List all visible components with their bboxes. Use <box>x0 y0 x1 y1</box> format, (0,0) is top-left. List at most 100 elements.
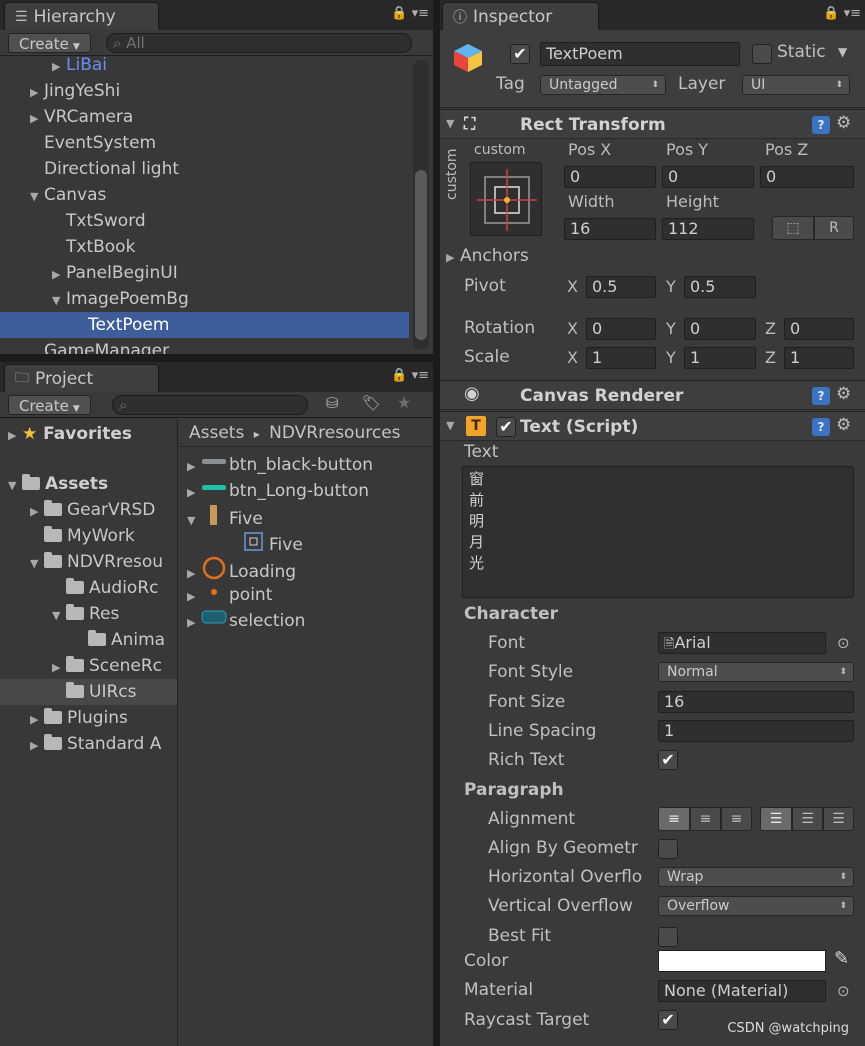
width-field[interactable]: 16 <box>564 218 656 240</box>
hierarchy-item[interactable]: GameManager <box>0 338 409 354</box>
align-middle-button[interactable]: ☰ <box>792 807 823 831</box>
expand-arrow-icon[interactable]: ▼ <box>446 117 460 130</box>
folder-item[interactable]: ▼ Res <box>0 601 177 627</box>
gameobject-active-checkbox[interactable]: ✔ <box>510 44 530 64</box>
material-field[interactable]: None (Material) <box>658 980 826 1002</box>
lock-icon[interactable]: 🔒 <box>391 6 407 21</box>
file-item[interactable]: ▶ selection <box>179 608 433 634</box>
anchors-foldout[interactable]: ▶ Anchors <box>446 246 529 266</box>
expand-arrow-icon[interactable]: ▼ <box>8 473 22 499</box>
expand-arrow-icon[interactable]: ▼ <box>30 184 44 210</box>
static-label[interactable]: Static <box>777 42 826 62</box>
panel-menu-icon[interactable]: ▾≡ <box>412 368 429 383</box>
folder-item[interactable]: ▶ Standard A <box>0 731 177 757</box>
rotation-x-field[interactable]: 0 <box>586 318 656 340</box>
expand-arrow-icon[interactable]: ▶ <box>446 251 460 264</box>
hierarchy-scrollbar[interactable] <box>413 60 429 350</box>
align-right-button[interactable]: ≡ <box>721 807 752 831</box>
favorites-row[interactable]: ▶ ★ Favorites <box>8 421 132 447</box>
gear-icon[interactable]: ⚙ <box>836 113 851 133</box>
horizontal-overflow-dropdown[interactable]: Wrap ⬍ <box>658 867 854 887</box>
raycast-target-checkbox[interactable]: ✔ <box>658 1010 678 1030</box>
rich-text-checkbox[interactable]: ✔ <box>658 750 678 770</box>
tab-hierarchy[interactable]: ☰ Hierarchy <box>4 2 159 30</box>
text-script-header[interactable]: ▼ T ✔ Text (Script) ? ⚙ <box>440 411 865 441</box>
file-item[interactable]: ▶ Loading <box>179 556 433 582</box>
star-favorite-icon[interactable]: ★ <box>397 393 411 412</box>
lock-icon[interactable]: 🔒 <box>391 368 407 383</box>
expand-arrow-icon[interactable]: ▶ <box>30 80 44 106</box>
tab-project[interactable]: 🗀 Project <box>4 364 159 392</box>
scale-x-field[interactable]: 1 <box>586 347 656 369</box>
file-item[interactable]: ▶ point <box>179 582 433 608</box>
project-create-button[interactable]: Create ▼ <box>8 395 91 415</box>
align-bottom-button[interactable]: ☰ <box>823 807 854 831</box>
anchor-preset-button[interactable] <box>470 162 542 236</box>
lock-icon[interactable]: 🔒 <box>823 6 839 21</box>
expand-arrow-icon[interactable]: ▶ <box>187 584 201 610</box>
expand-arrow-icon[interactable]: ▶ <box>30 499 44 525</box>
text-content-area[interactable]: 窗前明月光 <box>462 466 854 598</box>
posz-field[interactable]: 0 <box>760 166 854 188</box>
hierarchy-item[interactable]: TextPoem <box>0 312 409 338</box>
folder-item[interactable]: ▶ GearVRSD <box>0 497 177 523</box>
vertical-overflow-dropdown[interactable]: Overflow ⬍ <box>658 896 854 916</box>
hierarchy-scroll-thumb[interactable] <box>415 170 427 340</box>
align-left-button[interactable]: ≡ <box>658 807 690 831</box>
gear-icon[interactable]: ⚙ <box>836 384 851 404</box>
file-item[interactable]: ▶ btn_black-button <box>179 452 433 478</box>
expand-arrow-icon[interactable]: ▶ <box>187 480 201 506</box>
pivot-y-field[interactable]: 0.5 <box>684 276 756 298</box>
panel-menu-icon[interactable]: ▾≡ <box>412 6 429 21</box>
hierarchy-item[interactable]: ▶ JingYeShi <box>0 78 409 104</box>
hierarchy-item[interactable]: ▶ LiBai <box>0 52 409 78</box>
hierarchy-item[interactable]: ▶ VRCamera <box>0 104 409 130</box>
object-picker-icon[interactable]: ⊙ <box>837 634 850 652</box>
scale-y-field[interactable]: 1 <box>684 347 756 369</box>
help-icon[interactable]: ? <box>812 116 830 134</box>
expand-arrow-icon[interactable]: ▼ <box>52 288 66 314</box>
rect-transform-header[interactable]: ▼ ⛶ Rect Transform ? ⚙ <box>440 109 865 139</box>
blueprint-mode-button[interactable]: ⬚ <box>772 216 814 240</box>
hierarchy-item[interactable]: EventSystem <box>0 130 409 156</box>
posy-field[interactable]: 0 <box>662 166 754 188</box>
raw-edit-button[interactable]: R <box>814 216 854 240</box>
posx-field[interactable]: 0 <box>564 166 656 188</box>
height-field[interactable]: 112 <box>662 218 754 240</box>
align-center-button[interactable]: ≡ <box>690 807 721 831</box>
assets-row[interactable]: ▼ Assets <box>8 471 108 497</box>
expand-arrow-icon[interactable]: ▶ <box>52 262 66 288</box>
text-enabled-checkbox[interactable]: ✔ <box>496 417 516 437</box>
best-fit-checkbox[interactable] <box>658 927 678 947</box>
font-style-dropdown[interactable]: Normal ⬍ <box>658 662 854 682</box>
folder-item[interactable]: UIRcs <box>0 679 177 705</box>
pivot-x-field[interactable]: 0.5 <box>586 276 656 298</box>
expand-arrow-icon[interactable]: ▶ <box>52 655 66 681</box>
expand-arrow-icon[interactable]: ▼ <box>30 551 44 577</box>
line-spacing-field[interactable]: 1 <box>658 720 854 742</box>
hierarchy-item[interactable]: ▶ PanelBeginUI <box>0 260 409 286</box>
color-swatch[interactable] <box>658 950 826 972</box>
expand-arrow-icon[interactable]: ▶ <box>30 106 44 132</box>
breadcrumb-assets[interactable]: Assets <box>189 423 244 443</box>
file-item[interactable]: ▶ btn_Long-button <box>179 478 433 504</box>
scale-z-field[interactable]: 1 <box>784 347 854 369</box>
font-size-field[interactable]: 16 <box>658 691 854 713</box>
gameobject-name-field[interactable]: TextPoem <box>540 42 740 66</box>
object-picker-icon[interactable]: ⊙ <box>837 982 850 1000</box>
expand-arrow-icon[interactable]: ▶ <box>30 707 44 733</box>
file-item[interactable]: ▼ Five <box>179 504 433 530</box>
project-search-input[interactable]: ⌕ <box>112 395 308 415</box>
filter-by-type-icon[interactable]: ⛁ <box>326 394 339 412</box>
tab-inspector[interactable]: ⓘ Inspector <box>442 2 599 30</box>
tag-dropdown[interactable]: Untagged ⬍ <box>540 75 666 95</box>
hierarchy-create-button[interactable]: Create ▼ <box>8 33 91 53</box>
expand-arrow-icon[interactable]: ▶ <box>8 423 22 449</box>
align-top-button[interactable]: ☰ <box>760 807 792 831</box>
hierarchy-item[interactable]: Directional light <box>0 156 409 182</box>
rotation-y-field[interactable]: 0 <box>684 318 756 340</box>
help-icon[interactable]: ? <box>812 387 830 405</box>
expand-arrow-icon[interactable]: ▶ <box>187 610 201 636</box>
static-dropdown-icon[interactable]: ▼ <box>838 45 847 59</box>
folder-item[interactable]: MyWork <box>0 523 177 549</box>
